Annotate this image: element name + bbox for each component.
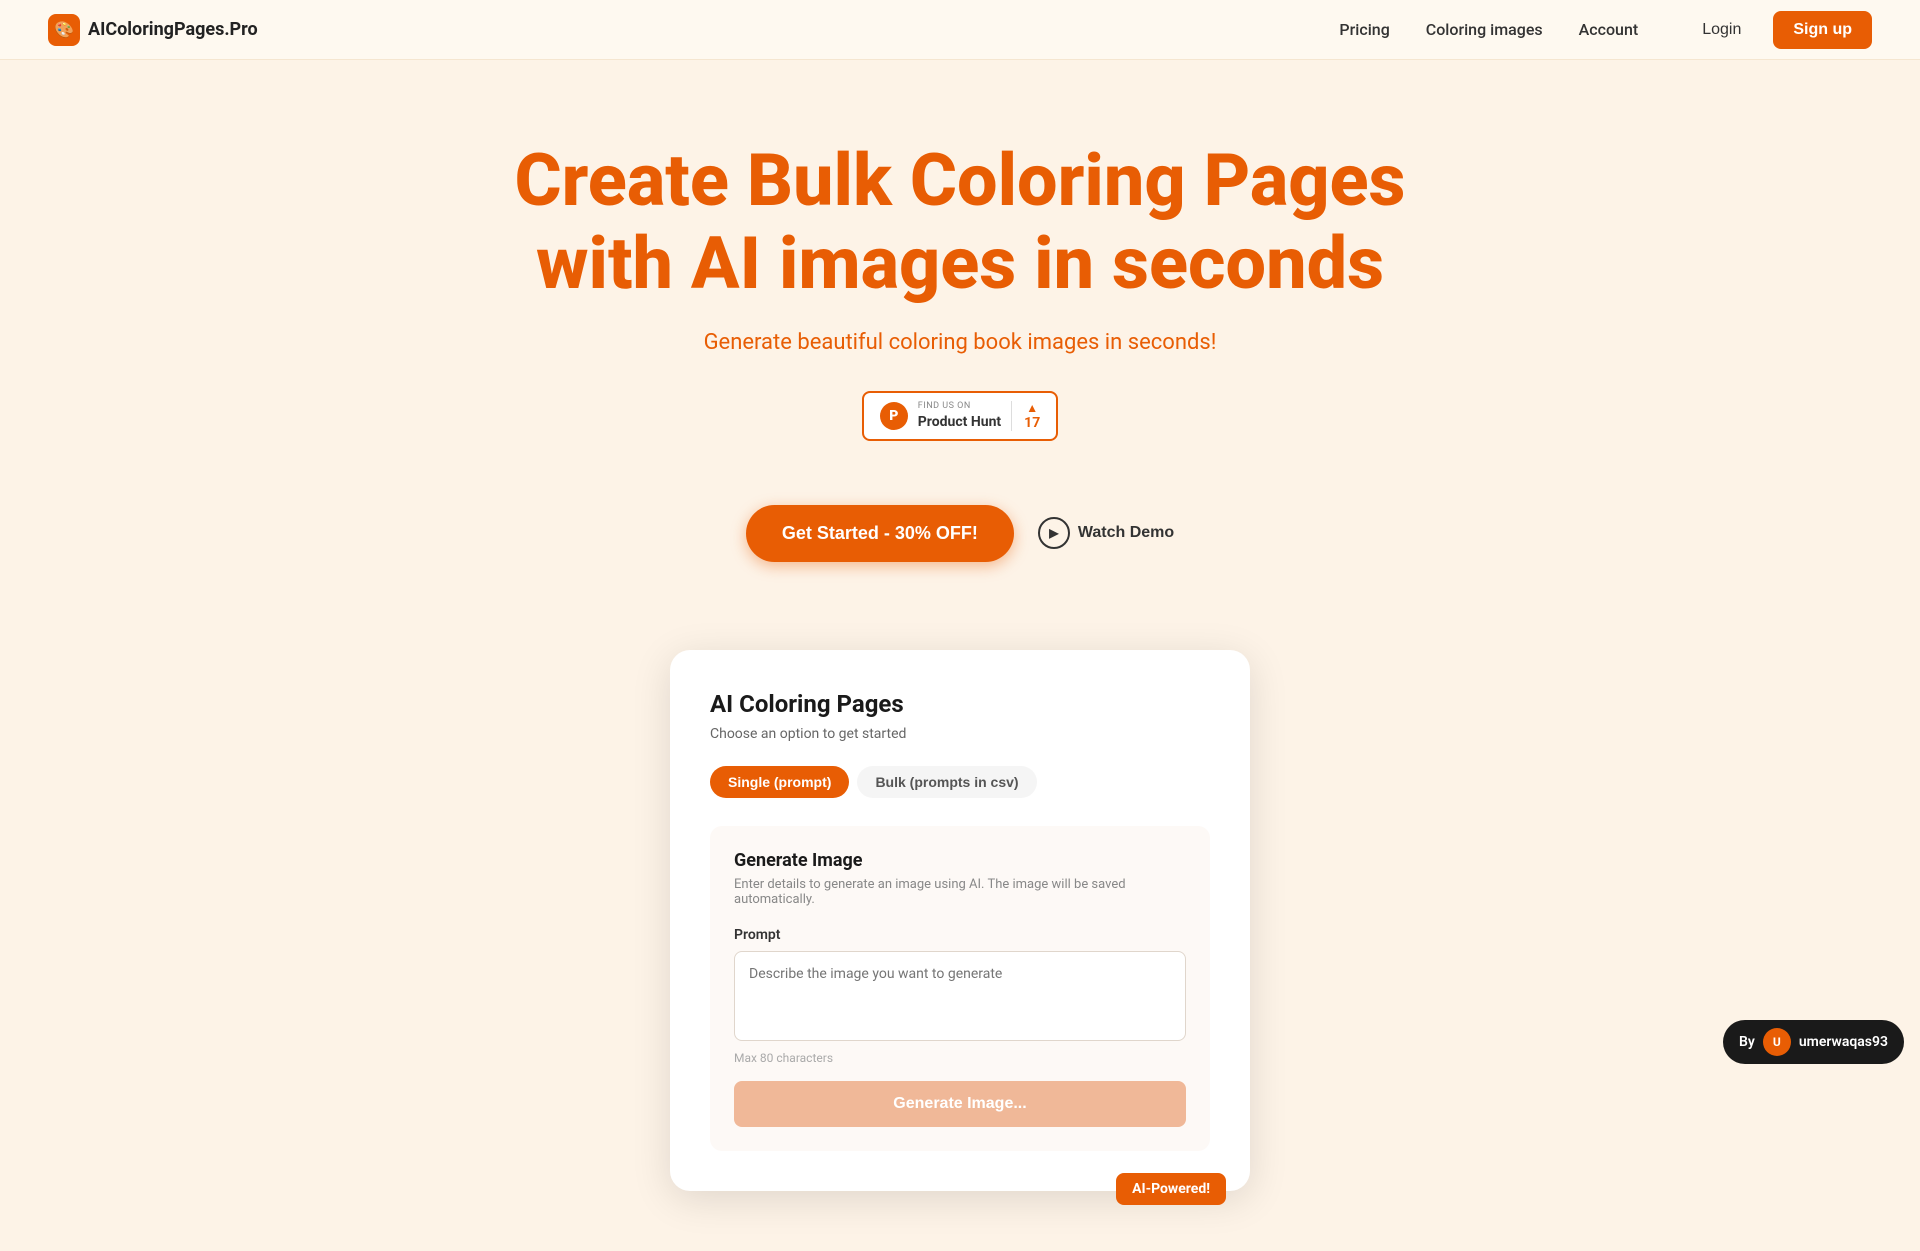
ph-icon: P (880, 402, 908, 430)
nav-actions: Login Sign up (1686, 11, 1872, 49)
logo-icon: 🎨 (48, 14, 80, 46)
username: umerwaqas93 (1799, 1034, 1888, 1050)
watch-demo-button[interactable]: ▶ Watch Demo (1038, 517, 1174, 549)
gen-desc: Enter details to generate an image using… (734, 877, 1186, 907)
get-started-button[interactable]: Get Started - 30% OFF! (746, 505, 1014, 562)
tab-single-prompt[interactable]: Single (prompt) (710, 766, 849, 798)
tab-bulk-csv[interactable]: Bulk (prompts in csv) (857, 766, 1036, 798)
generate-button[interactable]: Generate Image... (734, 1081, 1186, 1127)
product-hunt-badge[interactable]: P FIND US ON Product Hunt ▲ 17 (862, 391, 1058, 441)
app-card-title: AI Coloring Pages (710, 690, 1210, 718)
ph-num: 17 (1024, 415, 1040, 431)
ph-text: FIND US ON Product Hunt (918, 401, 1001, 430)
hero-section: Create Bulk Coloring Pages with AI image… (0, 60, 1920, 650)
ph-count: ▲ 17 (1011, 401, 1040, 431)
play-icon: ▶ (1038, 517, 1070, 549)
hero-title: Create Bulk Coloring Pages with AI image… (510, 140, 1410, 306)
char-hint: Max 80 characters (734, 1051, 1186, 1065)
user-avatar: U (1763, 1028, 1791, 1056)
signup-button[interactable]: Sign up (1773, 11, 1872, 49)
nav-link-pricing[interactable]: Pricing (1339, 20, 1389, 39)
login-button[interactable]: Login (1686, 13, 1757, 47)
app-card: AI Coloring Pages Choose an option to ge… (670, 650, 1250, 1191)
nav-link-coloring[interactable]: Coloring images (1426, 20, 1543, 39)
nav-link-account[interactable]: Account (1579, 20, 1639, 39)
generate-section: Generate Image Enter details to generate… (710, 826, 1210, 1151)
cta-row: Get Started - 30% OFF! ▶ Watch Demo (20, 505, 1900, 562)
prompt-textarea[interactable] (734, 951, 1186, 1041)
ph-find-label: FIND US ON (918, 401, 1001, 411)
app-card-wrapper: AI Coloring Pages Choose an option to ge… (0, 650, 1920, 1251)
tab-row: Single (prompt) Bulk (prompts in csv) (710, 766, 1210, 798)
gen-title: Generate Image (734, 850, 1186, 871)
by-user-badge: By U umerwaqas93 (1723, 1020, 1904, 1064)
by-label: By (1739, 1034, 1755, 1050)
app-card-subtitle: Choose an option to get started (710, 726, 1210, 742)
logo-text: AIColoringPages.Pro (88, 19, 258, 40)
ai-powered-badge: AI-Powered! (1116, 1173, 1226, 1205)
prompt-label: Prompt (734, 927, 1186, 943)
nav-links: Pricing Coloring images Account (1339, 20, 1638, 39)
ph-name: Product Hunt (918, 414, 1001, 430)
logo-link[interactable]: 🎨 AIColoringPages.Pro (48, 14, 258, 46)
navbar: 🎨 AIColoringPages.Pro Pricing Coloring i… (0, 0, 1920, 60)
ph-arrow: ▲ (1026, 401, 1038, 415)
hero-subtitle: Generate beautiful coloring book images … (20, 330, 1900, 355)
